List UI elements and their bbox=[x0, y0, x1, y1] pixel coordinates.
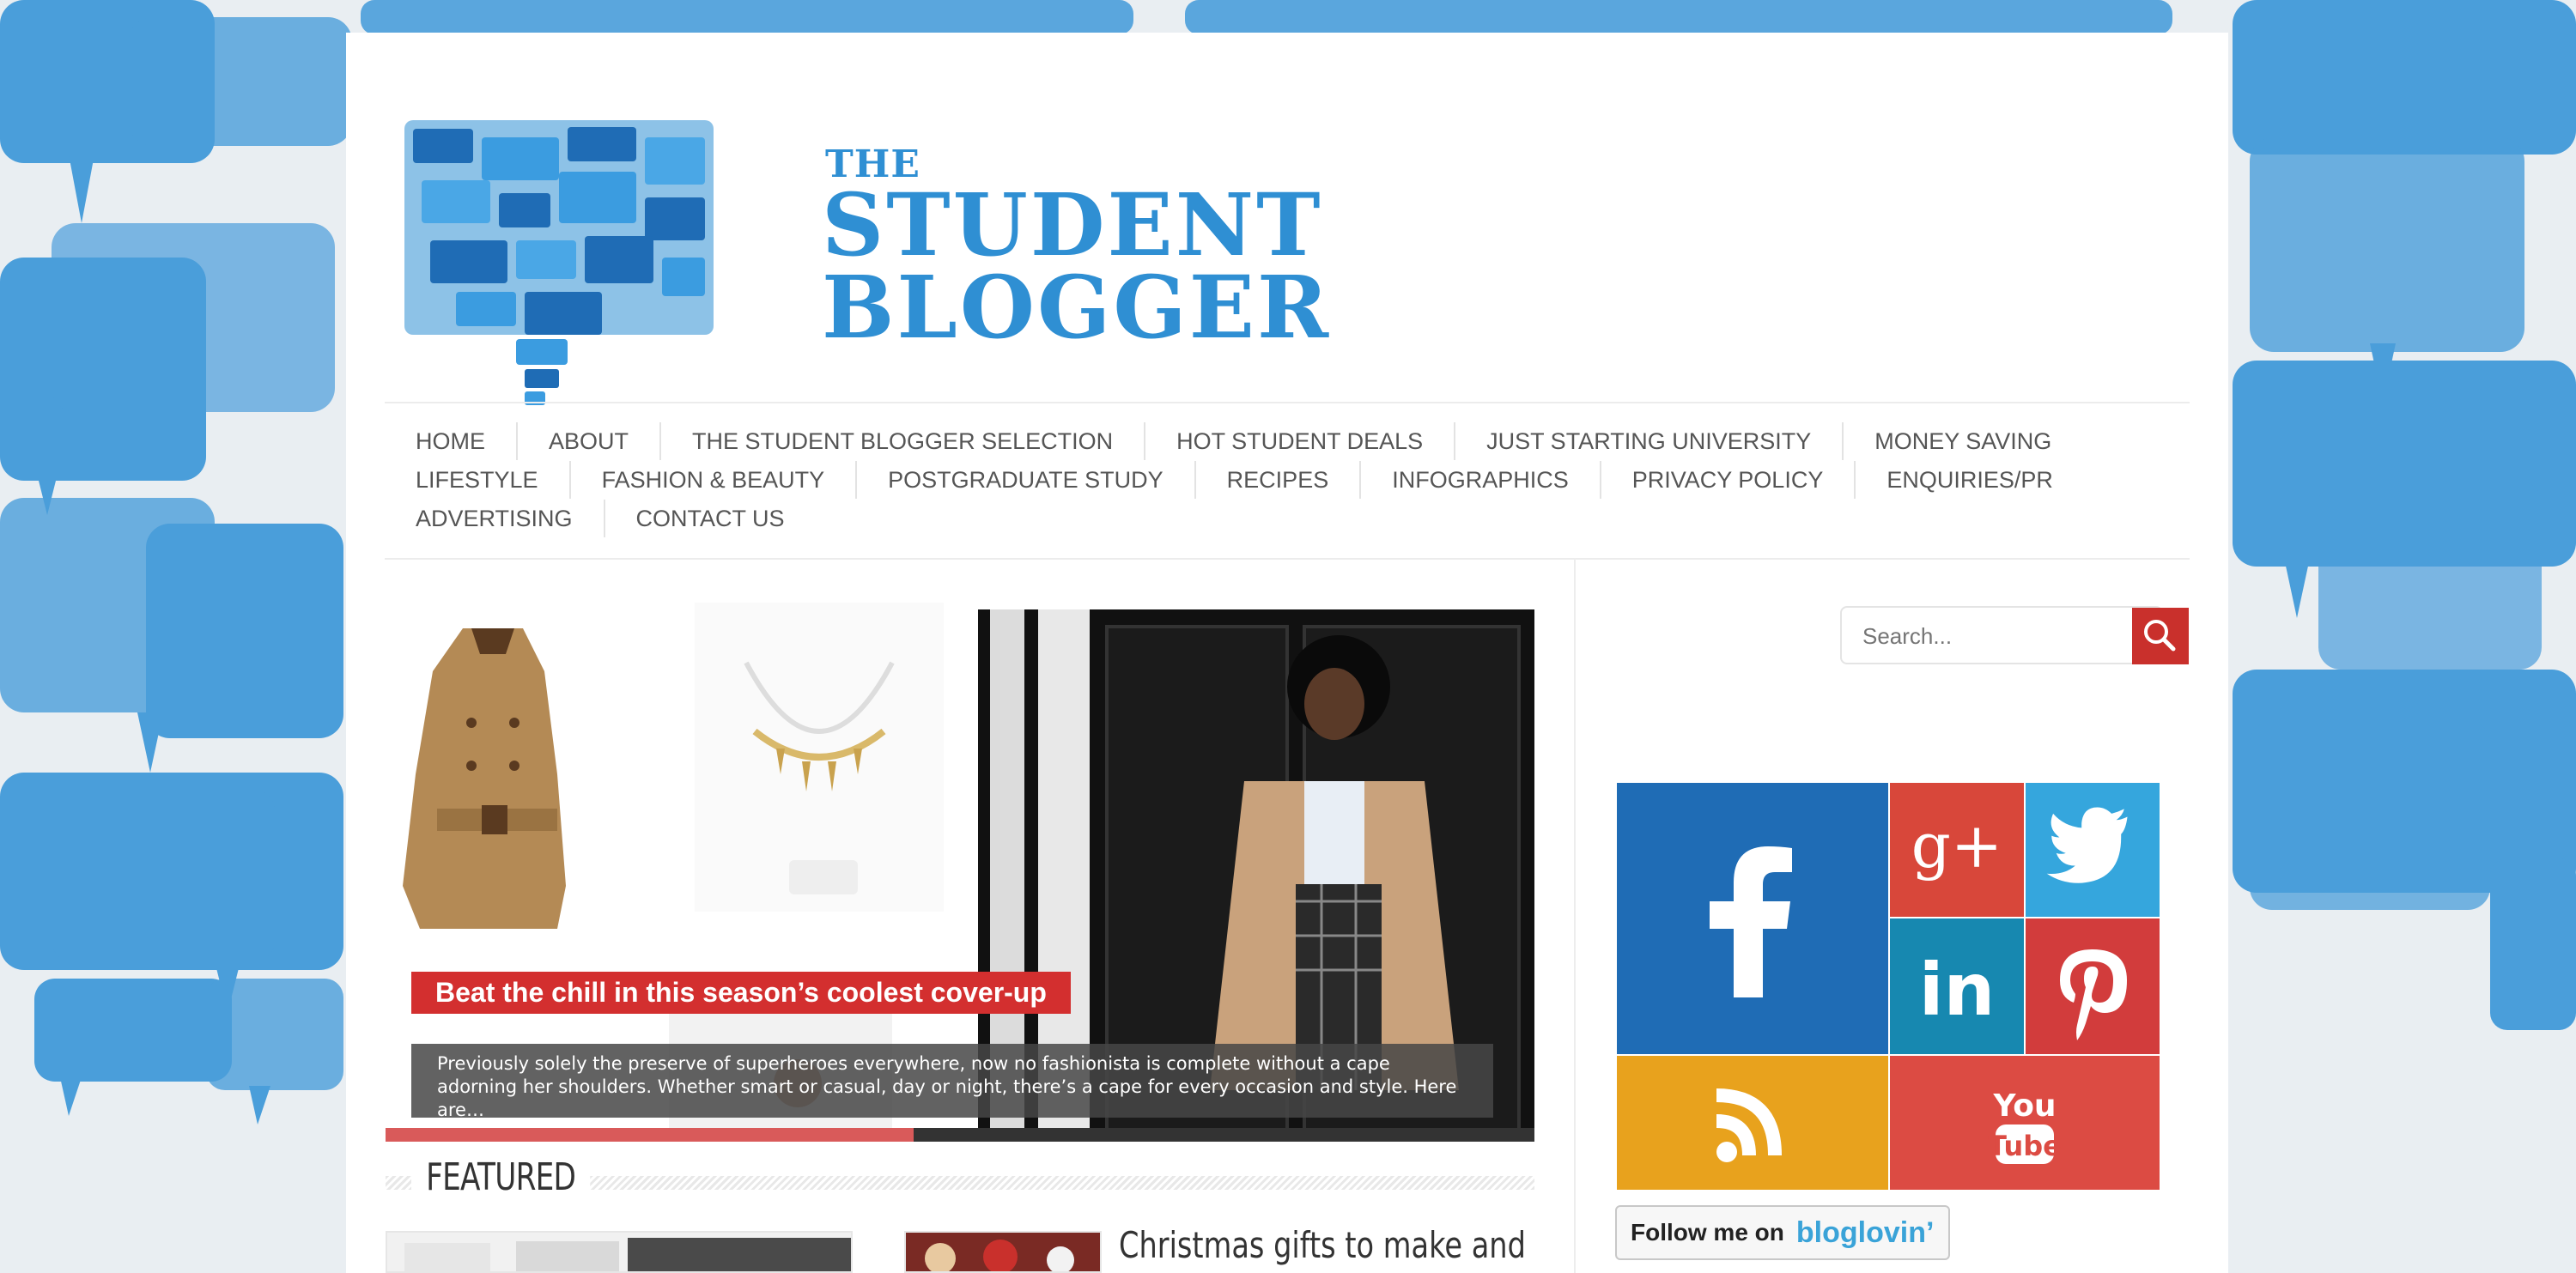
youtube-label-top: You bbox=[1992, 1088, 2056, 1124]
nav-row-1: HOME ABOUT THE STUDENT BLOGGER SELECTION… bbox=[385, 422, 2082, 460]
featured-slider[interactable]: Beat the chill in this season’s coolest … bbox=[386, 603, 1534, 1142]
nav-item-lifestyle[interactable]: LIFESTYLE bbox=[385, 461, 569, 499]
nav-item-privacy-policy[interactable]: PRIVACY POLICY bbox=[1599, 461, 1855, 499]
youtube-tile[interactable]: You Tube bbox=[1890, 1056, 2160, 1190]
nav-item-fashion-beauty[interactable]: FASHION & BEAUTY bbox=[568, 461, 856, 499]
nav-item-money-saving[interactable]: MONEY SAVING bbox=[1842, 422, 2082, 460]
nav-item-hot-student-deals[interactable]: HOT STUDENT DEALS bbox=[1144, 422, 1454, 460]
slide-progress-bar bbox=[386, 1128, 1534, 1142]
nav-item-student-blogger-selection[interactable]: THE STUDENT BLOGGER SELECTION bbox=[659, 422, 1144, 460]
main-navigation: HOME ABOUT THE STUDENT BLOGGER SELECTION… bbox=[385, 402, 2190, 560]
slide-description: Previously solely the preserve of superh… bbox=[411, 1044, 1493, 1120]
site-logo[interactable]: THE STUDENT BLOGGER bbox=[404, 86, 1328, 412]
featured-post-thumbnail-2[interactable] bbox=[904, 1231, 1102, 1273]
google-plus-tile[interactable]: g+ bbox=[1890, 783, 2024, 917]
google-plus-icon: g+ bbox=[1911, 809, 2002, 882]
search-input[interactable] bbox=[1844, 609, 2122, 663]
sidebar-divider bbox=[1574, 558, 1576, 1273]
nav-item-just-starting-university[interactable]: JUST STARTING UNIVERSITY bbox=[1454, 422, 1842, 460]
search-icon bbox=[2125, 620, 2176, 652]
linkedin-tile[interactable]: in bbox=[1890, 918, 2024, 1054]
youtube-icon: You Tube bbox=[1988, 1088, 2062, 1164]
nav-item-postgraduate-study[interactable]: POSTGRADUATE STUDY bbox=[855, 461, 1194, 499]
speech-bubbles-logo-icon bbox=[404, 120, 714, 405]
nav-item-infographics[interactable]: INFOGRAPHICS bbox=[1359, 461, 1600, 499]
google-plus-label: g+ bbox=[1911, 809, 2002, 882]
nav-item-home[interactable]: HOME bbox=[385, 422, 516, 460]
logo-text-student: STUDENT bbox=[822, 174, 1323, 276]
featured-post-thumbnail-1[interactable] bbox=[386, 1231, 853, 1273]
youtube-label-bottom: Tube bbox=[1988, 1130, 2062, 1162]
bloglovin-follow-button[interactable]: Follow me on bloglovin’ bbox=[1615, 1205, 1950, 1260]
linkedin-label: in bbox=[1919, 948, 1996, 1032]
nav-item-advertising[interactable]: ADVERTISING bbox=[385, 500, 604, 537]
linkedin-icon: in bbox=[1919, 948, 1996, 1032]
rss-icon bbox=[1716, 1088, 1782, 1162]
twitter-icon bbox=[2046, 807, 2128, 883]
logo-text-blogger: BLOGGER bbox=[822, 257, 1332, 358]
search-button[interactable] bbox=[2125, 608, 2189, 664]
featured-section-header: FEATURED bbox=[386, 1149, 1534, 1217]
slide-progress-fill bbox=[386, 1128, 914, 1142]
facebook-tile[interactable] bbox=[1617, 783, 1888, 1054]
facebook-icon bbox=[1710, 846, 1792, 997]
featured-thumb-image-1 bbox=[404, 1238, 851, 1271]
slide-title[interactable]: Beat the chill in this season’s coolest … bbox=[411, 972, 1071, 1014]
rss-tile[interactable] bbox=[1617, 1056, 1888, 1190]
bloglovin-brand: bloglovin’ bbox=[1795, 1215, 1935, 1249]
bloglovin-prefix: Follow me on bbox=[1631, 1219, 1784, 1246]
nav-item-about[interactable]: ABOUT bbox=[516, 422, 659, 460]
page-container: THE STUDENT BLOGGER HOME ABOUT THE STUDE… bbox=[346, 33, 2228, 1273]
pinterest-icon bbox=[2060, 949, 2127, 1040]
search-box bbox=[1840, 606, 2163, 664]
pinterest-tile[interactable] bbox=[2026, 918, 2160, 1054]
featured-post-title[interactable]: Christmas gifts to make and bbox=[1119, 1224, 1526, 1266]
twitter-tile[interactable] bbox=[2026, 783, 2160, 917]
nav-row-3: ADVERTISING CONTACT US bbox=[385, 500, 816, 537]
featured-heading: FEATURED bbox=[411, 1155, 591, 1199]
featured-thumb-image-2 bbox=[906, 1233, 1100, 1271]
social-icons-grid: g+ in You Tube bbox=[1617, 783, 2161, 1222]
nav-row-2: LIFESTYLE FASHION & BEAUTY POSTGRADUATE … bbox=[385, 461, 2084, 499]
necklace-image bbox=[695, 603, 944, 912]
nav-item-recipes[interactable]: RECIPES bbox=[1194, 461, 1360, 499]
nav-item-contact-us[interactable]: CONTACT US bbox=[603, 500, 816, 537]
nav-item-enquiries-pr[interactable]: ENQUIRIES/PR bbox=[1854, 461, 2084, 499]
